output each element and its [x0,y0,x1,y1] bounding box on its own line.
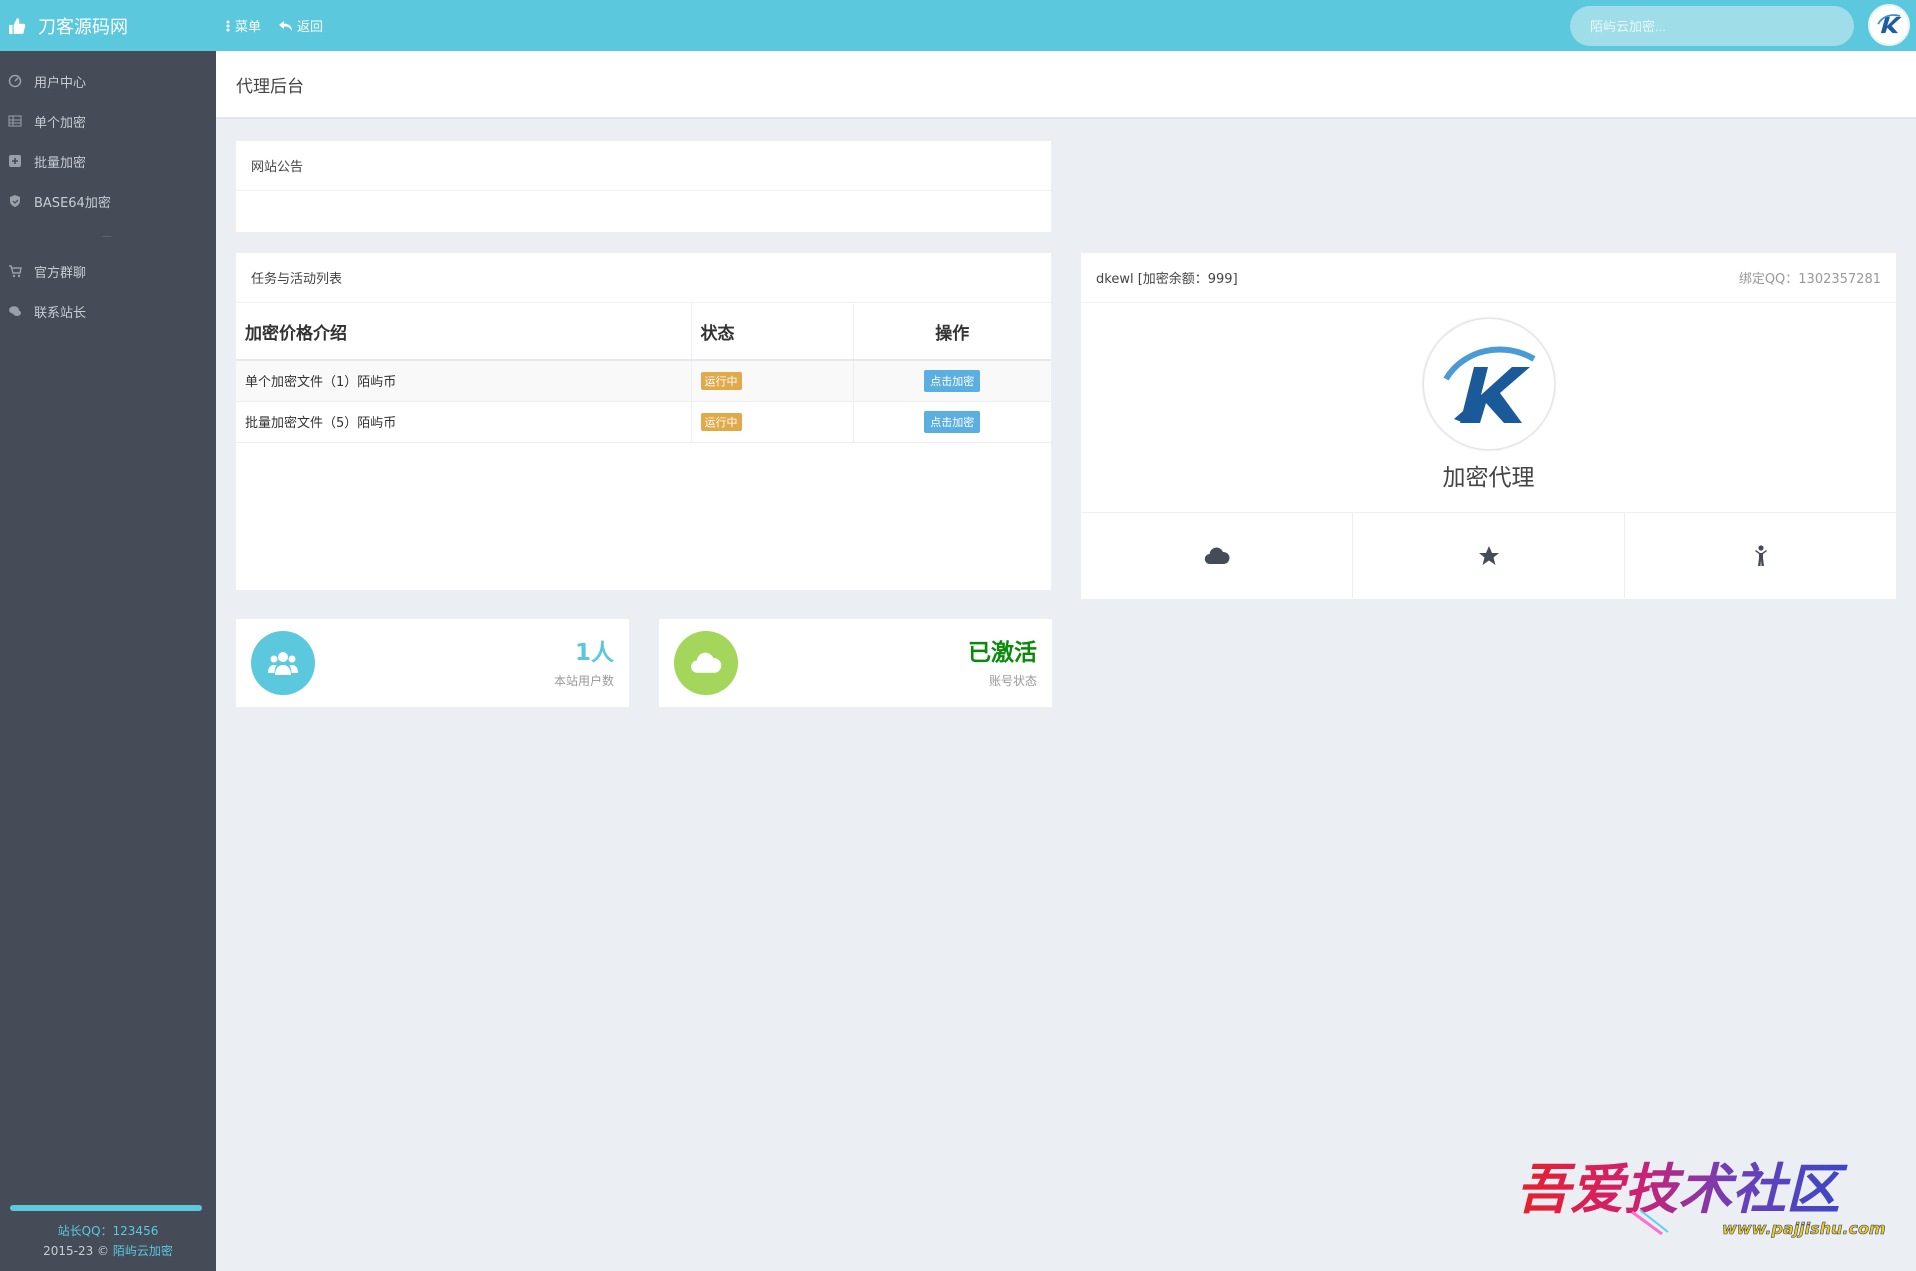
role-title: 加密代理 [1442,465,1535,491]
sidebar-item-label: 联系站长 [34,305,87,321]
tasks-title: 任务与活动列表 [236,253,1051,303]
status-cell: 运行中 [691,360,854,402]
sidebar-item-user-center[interactable]: 用户中心 [0,61,216,101]
price-item-name: 批量加密文件（5）陌屿币 [236,401,692,443]
plus-square-icon [9,155,21,167]
sidebar-footer: 站长QQ：123456 2015-23 © 陌屿云加密 [0,1221,216,1261]
users-icon [268,652,298,675]
column-header: 操作 [853,303,1051,361]
thumbs-up-icon [9,17,26,34]
avatar[interactable] [1868,4,1910,46]
column-header: 加密价格介绍 [236,303,692,361]
watermark-url: www.pajjishu.com [1722,1219,1886,1238]
encrypt-button[interactable]: 点击加密 [924,369,981,392]
copyright: 2015-23 © 陌屿云加密 [0,1241,216,1261]
status-badge: 运行中 [700,371,742,390]
dashboard-icon [8,74,22,88]
stat-icon [674,631,738,695]
grid-icon [8,115,22,127]
action-cell: 点击加密 [853,360,1051,402]
menu-button[interactable]: 菜单 [226,16,261,35]
stat-label: 账号状态 [988,674,1037,688]
sidebar: 用户中心 单个加密 批量加密 BASE64加密 — 官方群聊 联系站长 站长QQ… [0,51,216,1271]
shield-icon [10,195,20,207]
table-row: 单个加密文件（1）陌屿币 运行中 点击加密 [236,360,1051,402]
cloud-icon [1204,547,1230,564]
price-item-name: 单个加密文件（1）陌屿币 [236,360,692,402]
stat-icon [251,631,315,695]
chat-icon [9,306,21,316]
sidebar-item-label: 用户中心 [34,75,87,91]
table-header-row: 加密价格介绍 状态 操作 [236,303,1051,361]
star-action[interactable] [1353,513,1625,598]
stat-value: 1人 [574,640,614,666]
price-table: 加密价格介绍 状态 操作 单个加密文件（1）陌屿币 运行中 点击加密 批量加密文… [236,303,1051,443]
top-navbar: 刀客源码网 菜单 返回 [0,0,1916,51]
logo-icon [1870,6,1908,44]
tasks-panel: 任务与活动列表 加密价格介绍 状态 操作 单个加密文件（1）陌屿币 运行中 点击… [236,253,1051,590]
watermark-title: 吾爱技术社区 [1516,1157,1848,1221]
page-title: 代理后台 [216,51,1916,119]
sidebar-item-base64[interactable]: BASE64加密 [0,181,216,221]
stat-label: 本站用户数 [553,674,614,688]
cloud-icon [691,652,722,673]
top-nav: 菜单 返回 [226,0,323,51]
watermark-graphic: 吾爱技术社区 www.pajjishu.com [1516,1157,1886,1238]
profile-actions [1081,513,1896,598]
sidebar-item-label: BASE64加密 [34,195,111,211]
sidebar-separator: — [102,230,114,242]
vertical-dots-icon [226,20,230,31]
cloud-action[interactable] [1081,513,1353,598]
sidebar-item-label: 单个加密 [34,115,87,131]
menu-label: 菜单 [235,20,262,35]
child-icon [1754,544,1767,566]
status-badge: 运行中 [700,412,742,431]
sidebar-item-label: 批量加密 [34,155,87,171]
back-button[interactable]: 返回 [279,16,323,35]
action-cell: 点击加密 [853,401,1051,443]
notice-panel: 网站公告 [236,141,1051,232]
sidebar-item-group-chat[interactable]: 官方群聊 [0,251,216,291]
cart-icon [9,265,22,278]
status-cell: 运行中 [691,401,854,443]
profile-avatar [1422,318,1555,450]
sidebar-item-label: 官方群聊 [34,265,87,281]
back-label: 返回 [297,20,324,35]
copyright-link[interactable]: 陌屿云加密 [113,1244,173,1258]
star-icon [1478,545,1499,565]
username-balance: dkewl [加密余额：999] [1096,272,1238,287]
admin-qq: 站长QQ：123456 [57,1224,159,1238]
sidebar-accent-bar [10,1205,202,1211]
profile-body: 加密代理 [1081,303,1896,513]
profile-head: dkewl [加密余额：999] 绑定QQ：1302357281 [1081,253,1896,303]
encrypt-button[interactable]: 点击加密 [924,410,981,433]
profile-panel: dkewl [加密余额：999] 绑定QQ：1302357281 加密代理 [1081,253,1896,599]
search-input[interactable] [1570,6,1854,46]
logo-icon [1424,320,1554,449]
child-action[interactable] [1625,513,1896,598]
watermark-logo: 吾爱技术社区 www.pajjishu.com [1512,1150,1902,1240]
stat-card-users: 1人 本站用户数 [236,619,629,707]
stat-value: 已激活 [968,640,1037,666]
reply-icon [279,20,293,31]
bind-qq: 绑定QQ：1302357281 [1738,272,1881,287]
table-row: 批量加密文件（5）陌屿币 运行中 点击加密 [236,401,1051,443]
stat-card-status: 已激活 账号状态 [659,619,1052,707]
copyright-prefix: 2015-23 © [43,1244,113,1258]
brand[interactable]: 刀客源码网 [0,0,216,51]
column-header: 状态 [691,303,854,361]
sidebar-item-contact-admin[interactable]: 联系站长 [0,291,216,331]
notice-title: 网站公告 [236,141,1051,191]
sidebar-item-batch-encrypt[interactable]: 批量加密 [0,141,216,181]
sidebar-item-single-encrypt[interactable]: 单个加密 [0,101,216,141]
brand-title: 刀客源码网 [38,16,128,38]
